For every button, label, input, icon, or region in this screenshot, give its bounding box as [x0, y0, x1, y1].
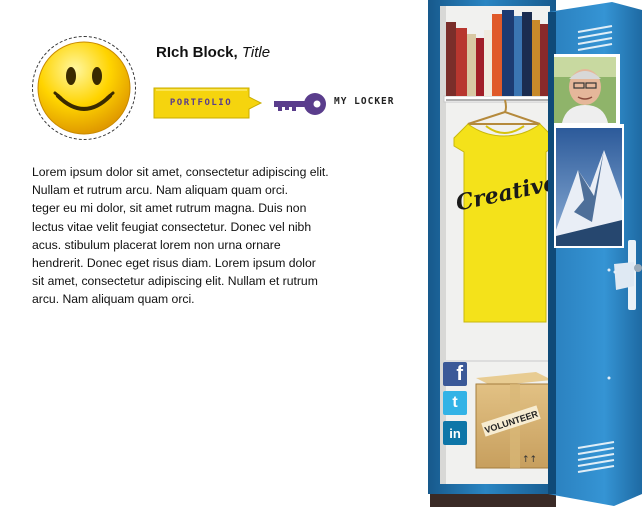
portfolio-button[interactable]: PORTFOLIO [153, 87, 263, 119]
profile-photo [554, 57, 616, 123]
linkedin-icon[interactable]: in [443, 421, 467, 445]
my-locker-label: MY LOCKER [334, 96, 395, 107]
my-locker-link[interactable]: MY LOCKER [272, 91, 396, 117]
bio-text: Lorem ipsum dolor sit amet, consectetur … [32, 165, 329, 307]
user-name: RIch Block, [156, 44, 238, 61]
profile-avatar [32, 36, 136, 140]
facebook-icon[interactable]: f [443, 362, 467, 386]
portfolio-label: PORTFOLIO [169, 98, 233, 108]
smiley-face-icon [37, 41, 131, 135]
profile-name: RIch Block, Title [156, 44, 270, 61]
key-icon [274, 93, 326, 115]
twitter-icon[interactable]: t [443, 391, 467, 415]
svg-text:↑↑: ↑↑ [522, 455, 537, 465]
volunteer-box: VOLUNTEER ↑↑ [475, 372, 553, 469]
user-title: Title [241, 44, 271, 61]
